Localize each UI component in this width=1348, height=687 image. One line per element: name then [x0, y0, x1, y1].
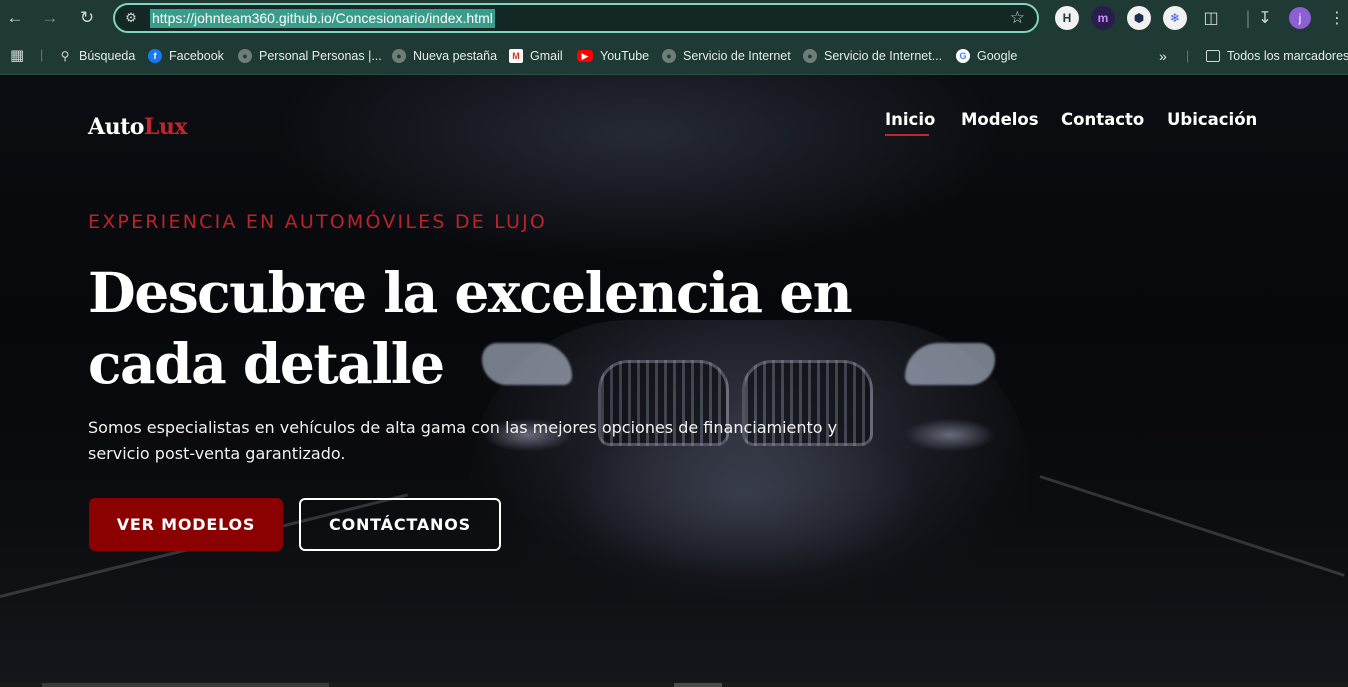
bookmark-item-google[interactable]: G Google	[956, 47, 1017, 65]
download-icon[interactable]: ↧	[1253, 6, 1277, 30]
hero-title: Descubre la excelencia en cada detalle	[88, 260, 853, 396]
contactanos-button[interactable]: CONTÁCTANOS	[299, 498, 501, 551]
bookmark-star-icon[interactable]: ☆	[1010, 8, 1025, 28]
bookmark-label: Personal Personas |...	[259, 49, 382, 63]
url-text[interactable]: https://johnteam360.github.io/Concesiona…	[150, 9, 495, 28]
globe-icon: ●	[803, 49, 817, 63]
all-bookmarks-folder[interactable]: Todos los marcadores	[1206, 47, 1348, 65]
address-bar[interactable]: ⚙ https://johnteam360.github.io/Concesio…	[113, 3, 1039, 33]
bookmark-item-nueva-pestana[interactable]: ● Nueva pestaña	[392, 47, 497, 65]
folder-icon	[1206, 50, 1220, 62]
brand-accent: Lux	[143, 114, 188, 140]
extensions-puzzle-icon[interactable]: ◫	[1199, 6, 1223, 30]
bookmark-item-busqueda[interactable]: ⚲ Búsqueda	[58, 47, 136, 65]
nav-link-ubicacion[interactable]: Ubicación	[1167, 110, 1257, 129]
nav-link-inicio[interactable]: Inicio	[885, 110, 935, 129]
brand-logo[interactable]: AutoLux	[88, 114, 188, 140]
apps-grid-icon[interactable]: ▦	[10, 46, 24, 64]
nav-link-contacto[interactable]: Contacto	[1061, 110, 1144, 129]
back-arrow-icon[interactable]: ←	[4, 7, 26, 29]
bookmark-item-facebook[interactable]: f Facebook	[148, 47, 224, 65]
bookmark-label: Facebook	[169, 49, 224, 63]
reload-icon[interactable]: ↻	[76, 7, 98, 29]
hero-section: AutoLux Inicio Modelos Contacto Ubicació…	[0, 75, 1348, 687]
site-info-icon[interactable]: ⚙	[122, 9, 140, 27]
bookmark-item-servicio-1[interactable]: ● Servicio de Internet	[662, 47, 791, 65]
browser-menu-icon[interactable]: ⋮	[1325, 6, 1348, 30]
bookmarks-bar: ▦ | ⚲ Búsqueda f Facebook ● Personal Per…	[0, 38, 1348, 75]
gmail-icon: M	[509, 49, 523, 63]
extension-hex-icon[interactable]: ⬢	[1127, 6, 1151, 30]
more-bookmarks-chevron-icon[interactable]: »	[1159, 47, 1167, 65]
bookmark-label: Búsqueda	[79, 49, 136, 63]
bookmark-item-servicio-2[interactable]: ● Servicio de Internet...	[803, 47, 942, 65]
road-line	[1039, 475, 1345, 577]
scrollbar-thumb[interactable]	[674, 683, 722, 687]
bookmark-item-personal[interactable]: ● Personal Personas |...	[238, 47, 382, 65]
hero-eyebrow: EXPERIENCIA EN AUTOMÓVILES DE LUJO	[88, 211, 548, 233]
search-icon: ⚲	[60, 49, 70, 63]
bookmark-item-gmail[interactable]: M Gmail	[509, 47, 563, 65]
bookmark-label: YouTube	[600, 49, 650, 63]
bookmark-item-youtube[interactable]: ▶ YouTube	[577, 47, 649, 65]
nav-active-underline	[885, 134, 929, 136]
globe-icon: ●	[392, 49, 406, 63]
scrollbar-thumb[interactable]	[42, 683, 329, 687]
hero-description: Somos especialistas en vehículos de alta…	[88, 418, 838, 463]
forward-arrow-icon[interactable]: →	[39, 7, 61, 29]
bookmarks-separator: |	[40, 48, 44, 62]
bookmark-label: Nueva pestaña	[413, 49, 498, 63]
bookmark-label: Gmail	[530, 49, 563, 63]
youtube-icon: ▶	[577, 50, 593, 62]
brand-main: Auto	[88, 114, 144, 140]
extension-m-icon[interactable]: m	[1091, 6, 1115, 30]
nav-link-modelos[interactable]: Modelos	[961, 110, 1039, 129]
globe-icon: ●	[662, 49, 676, 63]
extension-h-icon[interactable]: H	[1055, 6, 1079, 30]
extension-snowflake-icon[interactable]: ❄	[1163, 6, 1187, 30]
profile-avatar[interactable]: j	[1289, 7, 1311, 29]
bookmark-label: Servicio de Internet	[683, 49, 791, 63]
globe-icon: ●	[238, 49, 252, 63]
browser-toolbar: ← → ↻ ⚙ https://johnteam360.github.io/Co…	[0, 0, 1348, 38]
ver-modelos-button[interactable]: VER MODELOS	[89, 498, 283, 551]
google-icon: G	[956, 49, 970, 63]
bookmark-label: Google	[977, 49, 1018, 63]
bookmarks-folder-label: Todos los marcadores	[1227, 49, 1348, 63]
bookmarks-separator: |	[1186, 49, 1190, 63]
car-headlight-right	[905, 343, 995, 385]
bookmark-label: Servicio de Internet...	[824, 49, 943, 63]
facebook-icon: f	[148, 49, 162, 63]
